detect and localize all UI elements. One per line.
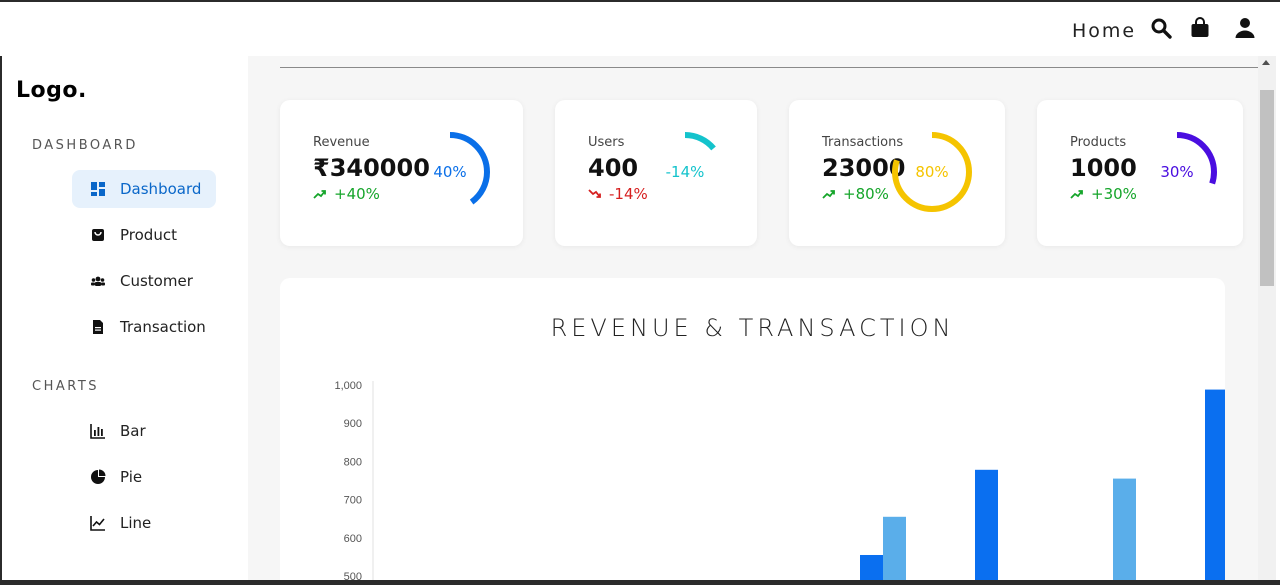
revenue-transaction-chart-card: REVENUE & TRANSACTION 500 600 700 800 900 1,0…: [280, 278, 1225, 580]
sidebar-item-product[interactable]: Product: [72, 216, 216, 254]
stat-change: +30%: [1070, 185, 1137, 203]
sidebar-item-label: Line: [120, 514, 152, 532]
section-title-dashboard: DASHBOARD: [32, 138, 138, 153]
stat-label: Users: [588, 135, 625, 150]
scroll-up-arrow-icon[interactable]: [1262, 60, 1270, 65]
stat-ring-label: 40%: [433, 163, 467, 181]
main-content: Revenue ₹340000 +40% 40% Users 400 -14% …: [248, 56, 1258, 580]
y-tick-label: 700: [344, 495, 362, 507]
shopping-bag-icon[interactable]: [1188, 16, 1212, 40]
stat-card-revenue: Revenue ₹340000 +40% 40%: [280, 100, 523, 246]
bar-chart: 500 600 700 800 900 1,000: [334, 380, 1225, 580]
stat-change: +80%: [822, 185, 889, 203]
y-tick-label: 500: [344, 571, 362, 580]
stat-ring-label: -14%: [665, 163, 705, 181]
trend-down-icon: [588, 187, 602, 201]
y-tick-label: 600: [344, 533, 362, 545]
sidebar-item-label: Transaction: [120, 318, 206, 336]
stat-value: 1000: [1070, 154, 1137, 182]
transaction-bar[interactable]: [883, 516, 906, 580]
user-icon[interactable]: [1233, 16, 1257, 40]
sidebar-item-label: Customer: [120, 272, 193, 290]
sidebar: Logo. DASHBOARD Dashboard Product Custom…: [2, 56, 248, 580]
stat-ring: -14%: [643, 130, 727, 214]
stat-change: +40%: [313, 185, 380, 203]
stat-label: Products: [1070, 135, 1127, 150]
stat-ring: 80%: [890, 130, 974, 214]
sidebar-item-line[interactable]: Line: [72, 504, 216, 542]
stat-ring-label: 30%: [1160, 163, 1194, 181]
bar-chart-icon: [90, 423, 106, 439]
revenue-bar[interactable]: [860, 554, 883, 580]
stat-card-products: Products 1000 +30% 30%: [1037, 100, 1243, 246]
stat-ring: 40%: [408, 130, 492, 214]
sidebar-item-customer[interactable]: Customer: [72, 262, 216, 300]
y-tick-label: 1,000: [334, 380, 362, 392]
sidebar-item-pie[interactable]: Pie: [72, 458, 216, 496]
stat-ring-label: 80%: [915, 163, 949, 181]
sidebar-item-label: Bar: [120, 422, 146, 440]
stat-change-text: -14%: [609, 185, 648, 203]
stat-card-users: Users 400 -14% -14%: [555, 100, 757, 246]
header-divider: [280, 67, 1258, 68]
sidebar-item-label: Product: [120, 226, 177, 244]
trend-up-icon: [313, 187, 327, 201]
bag-icon: [90, 227, 106, 243]
stat-change: -14%: [588, 185, 648, 203]
sidebar-item-dashboard[interactable]: Dashboard: [72, 170, 216, 208]
y-tick-label: 800: [344, 456, 362, 468]
pie-chart-icon: [90, 469, 106, 485]
window-border-bottom: [0, 580, 1280, 585]
document-icon: [90, 319, 106, 335]
section-title-charts: CHARTS: [32, 379, 100, 394]
logo: Logo.: [16, 78, 87, 103]
top-navbar: Home: [0, 2, 1280, 56]
sidebar-item-label: Dashboard: [120, 180, 202, 198]
sidebar-item-label: Pie: [120, 468, 143, 486]
stat-label: Revenue: [313, 135, 370, 150]
trend-up-icon: [822, 187, 836, 201]
transaction-bar[interactable]: [1113, 478, 1136, 580]
scrollbar[interactable]: [1258, 56, 1276, 580]
stat-change-text: +80%: [843, 185, 889, 203]
dashboard-icon: [90, 181, 106, 197]
people-icon: [90, 273, 106, 289]
stat-change-text: +40%: [334, 185, 380, 203]
stat-change-text: +30%: [1091, 185, 1137, 203]
sidebar-item-transaction[interactable]: Transaction: [72, 308, 216, 346]
stat-value: 400: [588, 154, 639, 182]
y-tick-label: 900: [344, 418, 362, 430]
stat-ring: 30%: [1135, 130, 1219, 214]
search-icon[interactable]: [1149, 16, 1173, 40]
revenue-bar[interactable]: [975, 469, 998, 580]
scrollbar-thumb[interactable]: [1260, 90, 1274, 286]
stat-card-transactions: Transactions 23000 +80% 80%: [789, 100, 1005, 246]
sidebar-item-bar[interactable]: Bar: [72, 412, 216, 450]
trend-up-icon: [1070, 187, 1084, 201]
line-chart-icon: [90, 515, 106, 531]
home-link[interactable]: Home: [1072, 20, 1136, 42]
revenue-bar[interactable]: [1205, 389, 1225, 580]
